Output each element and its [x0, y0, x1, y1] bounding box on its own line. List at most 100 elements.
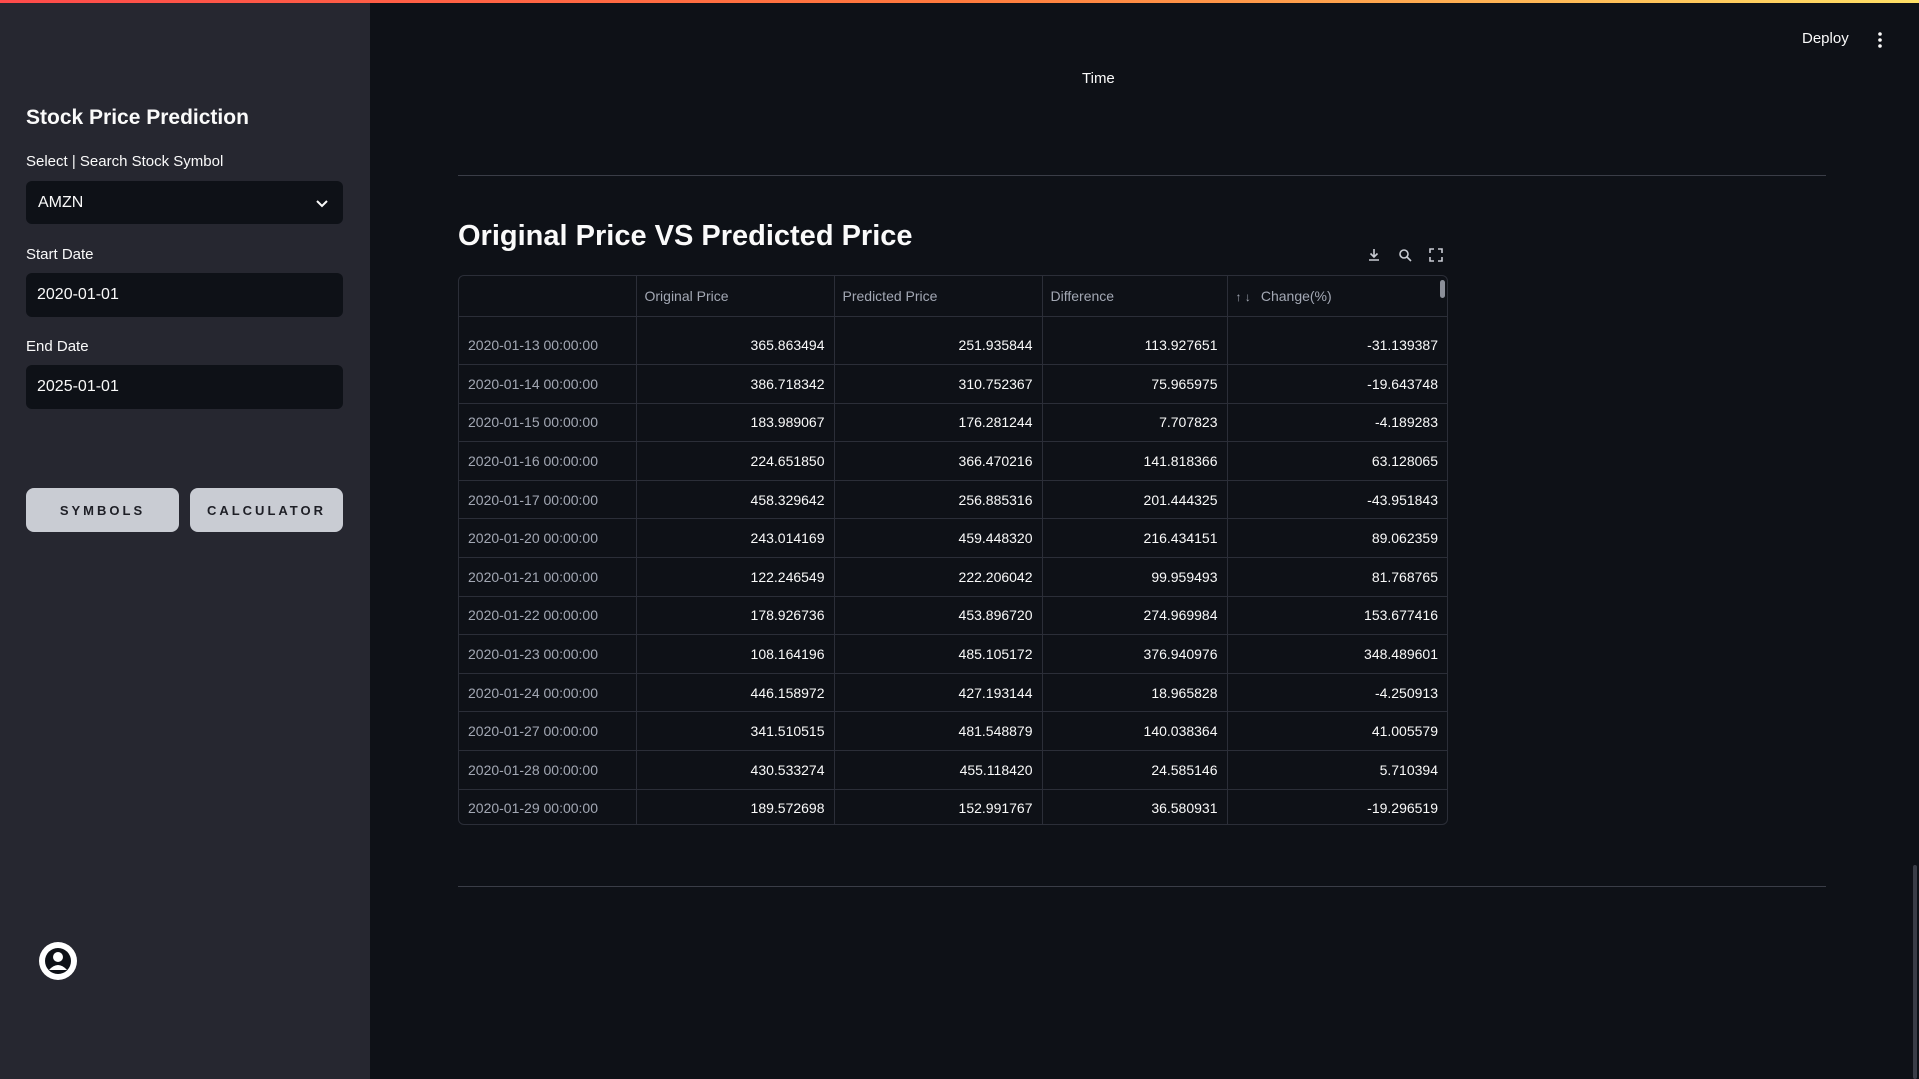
symbol-select[interactable]: AMZN [26, 181, 343, 224]
cell-change: -43.951843 [1227, 480, 1447, 520]
cell-original-price: 365.863494 [636, 326, 835, 366]
cell-date: 2020-01-21 00:00:00 [459, 557, 637, 597]
sidebar-title: Stock Price Prediction [26, 106, 249, 129]
table-row[interactable]: 2020-01-20 00:00:00 243.014169 459.448320 2… [459, 518, 1447, 559]
cell-predicted-price: 481.548879 [834, 711, 1043, 752]
cell-date: 2020-01-29 00:00:00 [459, 789, 637, 824]
cell-change: 81.768765 [1227, 557, 1447, 597]
data-table[interactable]: Original Price Predicted Price Differenc… [458, 275, 1448, 825]
table-row[interactable]: 2020-01-14 00:00:00 386.718342 310.752367 7… [459, 364, 1447, 404]
cell-difference: 113.927651 [1042, 326, 1228, 366]
cell-change: 63.128065 [1227, 441, 1447, 481]
table-row[interactable]: 2020-01-13 00:00:00 365.863494 251.935844 1… [459, 326, 1447, 366]
cell-predicted-price: 427.193144 [834, 673, 1043, 713]
cell-difference: 24.585146 [1042, 750, 1228, 790]
cell-change: 41.005579 [1227, 711, 1447, 752]
user-silhouette-icon [45, 948, 71, 974]
table-row[interactable]: 2020-01-17 00:00:00 458.329642 256.885316 2… [459, 480, 1447, 520]
start-date-input[interactable] [26, 273, 343, 317]
table-row[interactable]: 2020-01-15 00:00:00 183.989067 176.281244 7… [459, 403, 1447, 443]
cell-date: 2020-01-22 00:00:00 [459, 596, 637, 636]
divider [458, 175, 1826, 176]
chart-axis-label: Time [1082, 70, 1115, 87]
cell-original-price: 386.718342 [636, 364, 835, 404]
sidebar: Stock Price Prediction Select | Search S… [0, 0, 370, 1079]
cell-difference: 141.818366 [1042, 441, 1228, 481]
column-header-predicted-price[interactable]: Predicted Price [834, 276, 1043, 317]
table-row[interactable]: 2020-01-23 00:00:00 108.164196 485.105172 3… [459, 634, 1447, 674]
symbol-select-label: Select | Search Stock Symbol [26, 153, 224, 170]
table-row[interactable]: 2020-01-16 00:00:00 224.651850 366.470216 1… [459, 441, 1447, 481]
cell-original-price: 122.246549 [636, 557, 835, 597]
divider [458, 886, 1826, 887]
cell-change: -31.139387 [1227, 326, 1447, 366]
sort-arrows-icon[interactable]: ↑ ↓ [1236, 290, 1251, 304]
cell-difference: 75.965975 [1042, 364, 1228, 404]
search-icon[interactable] [1393, 243, 1417, 267]
cell-change: 89.062359 [1227, 518, 1447, 559]
cell-original-price: 430.533274 [636, 750, 835, 790]
end-date-input[interactable] [26, 365, 343, 409]
cell-predicted-price: 251.935844 [834, 326, 1043, 366]
table-row[interactable]: 2020-01-29 00:00:00 189.572698 152.991767 3… [459, 789, 1447, 824]
cell-original-price: 183.989067 [636, 403, 835, 443]
cell-original-price: 458.329642 [636, 480, 835, 520]
top-decoration-bar [0, 0, 1919, 3]
column-header-index[interactable] [459, 276, 637, 317]
fullscreen-icon[interactable] [1424, 243, 1448, 267]
table-scrollbar[interactable] [1440, 280, 1445, 298]
cell-change: 153.677416 [1227, 596, 1447, 636]
calculator-button[interactable]: CALCULATOR [190, 488, 343, 532]
table-row[interactable]: 2020-01-27 00:00:00 341.510515 481.548879 1… [459, 711, 1447, 752]
cell-change: -19.643748 [1227, 364, 1447, 404]
cell-predicted-price: 256.885316 [834, 480, 1043, 520]
cell-original-price: 189.572698 [636, 789, 835, 824]
column-header-difference[interactable]: Difference [1042, 276, 1228, 317]
kebab-menu-icon[interactable] [1872, 30, 1888, 50]
cell-predicted-price: 310.752367 [834, 364, 1043, 404]
cell-date: 2020-01-14 00:00:00 [459, 364, 637, 404]
cell-change: -19.296519 [1227, 789, 1447, 824]
cell-date: 2020-01-20 00:00:00 [459, 518, 637, 559]
page-scrollbar[interactable] [1913, 865, 1917, 1079]
column-header-original-price[interactable]: Original Price [636, 276, 835, 317]
table-row[interactable]: 2020-01-21 00:00:00 122.246549 222.206042 9… [459, 557, 1447, 597]
cell-difference: 201.444325 [1042, 480, 1228, 520]
table-row[interactable]: 2020-01-28 00:00:00 430.533274 455.118420 2… [459, 750, 1447, 790]
cell-predicted-price: 176.281244 [834, 403, 1043, 443]
cell-original-price: 243.014169 [636, 518, 835, 559]
cell-date: 2020-01-13 00:00:00 [459, 326, 637, 366]
cell-predicted-price: 455.118420 [834, 750, 1043, 790]
download-icon[interactable] [1362, 243, 1386, 267]
symbols-button[interactable]: SYMBOLS [26, 488, 179, 532]
cell-difference: 140.038364 [1042, 711, 1228, 752]
cell-difference: 274.969984 [1042, 596, 1228, 636]
cell-predicted-price: 453.896720 [834, 596, 1043, 636]
cell-difference: 216.434151 [1042, 518, 1228, 559]
cell-predicted-price: 152.991767 [834, 789, 1043, 824]
cell-predicted-price: 222.206042 [834, 557, 1043, 597]
column-header-change-label: Change(%) [1260, 287, 1332, 304]
cell-original-price: 341.510515 [636, 711, 835, 752]
end-date-label: End Date [26, 338, 89, 355]
table-toolbar [1362, 243, 1448, 267]
deploy-button[interactable]: Deploy [1802, 30, 1849, 47]
cell-original-price: 178.926736 [636, 596, 835, 636]
table-row[interactable]: 2020-01-24 00:00:00 446.158972 427.193144 1… [459, 673, 1447, 713]
cell-original-price: 108.164196 [636, 634, 835, 674]
cell-predicted-price: 366.470216 [834, 441, 1043, 481]
cell-original-price: 446.158972 [636, 673, 835, 713]
chevron-down-icon [316, 199, 328, 207]
table-row[interactable]: 2020-01-22 00:00:00 178.926736 453.896720 2… [459, 596, 1447, 636]
cell-date: 2020-01-27 00:00:00 [459, 711, 637, 752]
cell-difference: 18.965828 [1042, 673, 1228, 713]
cell-change: -4.250913 [1227, 673, 1447, 713]
cell-change: -4.189283 [1227, 403, 1447, 443]
column-header-change[interactable]: ↑ ↓ Change(%) [1227, 276, 1447, 317]
cell-predicted-price: 485.105172 [834, 634, 1043, 674]
cell-difference: 99.959493 [1042, 557, 1228, 597]
cell-predicted-price: 459.448320 [834, 518, 1043, 559]
user-avatar-icon[interactable] [39, 942, 77, 980]
start-date-label: Start Date [26, 246, 94, 263]
cell-difference: 376.940976 [1042, 634, 1228, 674]
